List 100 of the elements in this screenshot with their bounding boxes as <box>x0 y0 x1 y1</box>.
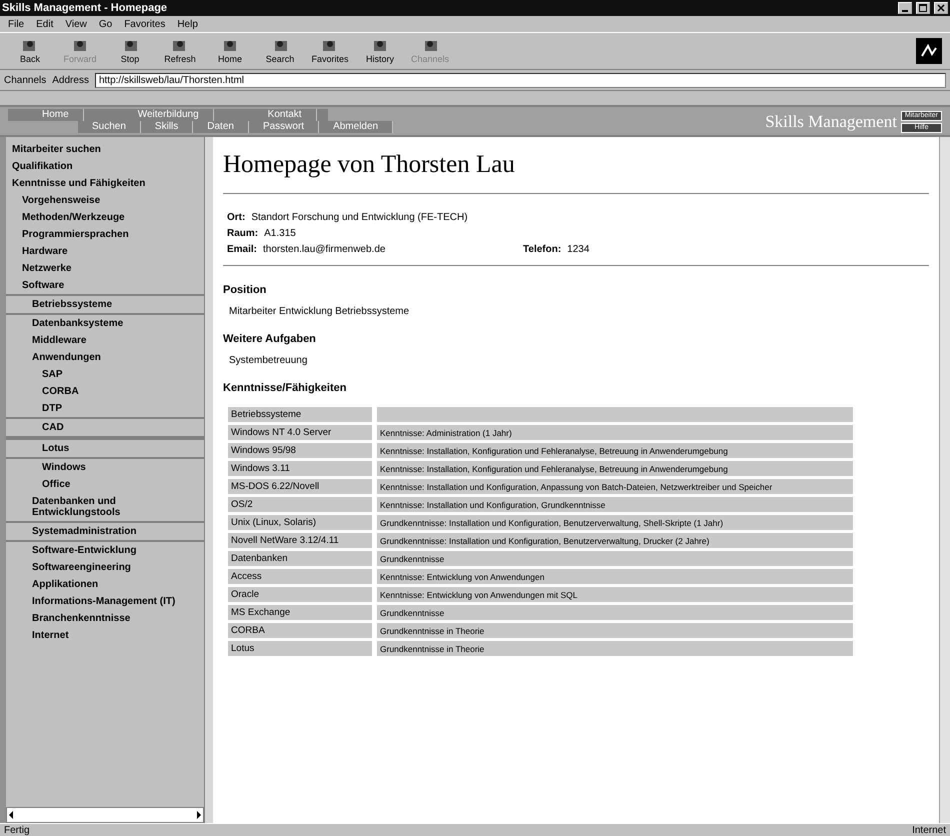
sidebar-link[interactable]: Lotus <box>6 438 204 459</box>
browser-logo-icon <box>916 38 942 64</box>
nav-link[interactable]: Skills <box>140 121 194 133</box>
sidebar-link[interactable]: Windows <box>6 459 204 476</box>
table-cell: Grundkenntnisse: Installation und Konfiguration, Benutzerverwaltung, Shell-Skripte (1 Jahr) <box>377 515 853 530</box>
sidebar-link[interactable]: SAP <box>6 366 204 383</box>
table-cell: Grundkenntnisse in Theorie <box>377 641 853 656</box>
table-cell: OS/2 <box>228 497 372 512</box>
table-cell: Grundkenntnisse in Theorie <box>377 623 853 638</box>
sidebar-link[interactable]: Middleware <box>6 332 204 349</box>
field-label: Raum: <box>227 228 258 239</box>
frame-scrollbar[interactable] <box>204 137 213 823</box>
sidebar-link[interactable]: DTP <box>6 400 204 417</box>
table-cell: Unix (Linux, Solaris) <box>228 515 372 530</box>
nav-link[interactable]: Daten <box>193 121 249 133</box>
vertical-scrollbar[interactable] <box>939 137 950 823</box>
section-heading: Weitere Aufgaben <box>223 333 317 345</box>
table-cell: Kenntnisse: Installation, Konfiguration und Fehleranalyse, Betreuung in Anwenderumgebung <box>377 461 853 476</box>
table-cell: Grundkenntnisse: Installation und Konfiguration, Benutzerverwaltung, Drucker (2 Jahre) <box>377 533 853 548</box>
field-value: A1.315 <box>264 228 297 239</box>
table-cell: Grundkenntnisse <box>377 551 853 566</box>
table-cell: MS-DOS 6.22/Novell <box>228 479 372 494</box>
menu-item[interactable]: Help <box>177 18 198 30</box>
scroll-right-icon[interactable] <box>195 811 203 819</box>
table-cell: CORBA <box>228 623 372 638</box>
toolbar-button[interactable]: Home <box>208 38 252 64</box>
sidebar-link[interactable]: Applikationen <box>6 576 204 593</box>
table-cell: MS Exchange <box>228 605 372 620</box>
table-cell: Access <box>228 569 372 584</box>
menu-item[interactable]: View <box>65 18 87 30</box>
nav-link[interactable]: Passwort <box>248 121 320 133</box>
sidebar-link[interactable]: Programmiersprachen <box>6 226 204 243</box>
close-icon <box>937 4 945 12</box>
sidebar-link[interactable]: Softwareengineering <box>6 559 204 576</box>
menu-item[interactable]: Favorites <box>124 18 166 30</box>
sidebar-link[interactable]: CAD <box>6 417 204 438</box>
sidebar-link[interactable]: Kenntnisse und Fähigkeiten <box>6 175 204 192</box>
table-cell: Windows 3.11 <box>228 461 372 476</box>
table-cell: Oracle <box>228 587 372 602</box>
address-field[interactable]: http://skillsweb/lau/Thorsten.html <box>94 72 946 88</box>
page-title: Homepage von Thorsten Lau <box>223 151 516 179</box>
sidebar-link[interactable]: Qualifikation <box>6 158 204 175</box>
section-text: Mitarbeiter Entwicklung Betriebssysteme <box>229 306 410 317</box>
toolbar-button[interactable]: Refresh <box>158 38 202 64</box>
table-cell: Kenntnisse: Installation und Konfiguration, Grundkenntnisse <box>377 497 853 512</box>
toolbar-button[interactable]: Favorites <box>308 38 352 64</box>
table-cell: Kenntnisse: Installation, Konfiguration und Fehleranalyse, Betreuung in Anwenderumgebung <box>377 443 853 458</box>
sidebar-link[interactable]: Hardware <box>6 243 204 260</box>
sidebar-link[interactable]: Branchenkenntnisse <box>6 610 204 627</box>
sidebar-link[interactable]: Informations-Management (IT) <box>6 593 204 610</box>
sidebar-link[interactable]: CORBA <box>6 383 204 400</box>
table-cell: Kenntnisse: Entwicklung von Anwendungen mit SQL <box>377 587 853 602</box>
menu-item[interactable]: Go <box>98 18 112 30</box>
sidebar-link[interactable]: Datenbanksysteme <box>6 315 204 332</box>
table-cell: Kenntnisse: Installation und Konfiguration, Anpassung von Batch-Dateien, Netzwerktreiber und Speicher <box>377 479 853 494</box>
sidebar-link[interactable]: Methoden/Werkzeuge <box>6 209 204 226</box>
sidebar-link[interactable]: Vorgehensweise <box>6 192 204 209</box>
scroll-left-icon[interactable] <box>7 811 15 819</box>
minimize-button[interactable] <box>898 2 912 14</box>
sidebar-link[interactable]: Mitarbeiter suchen <box>6 141 204 158</box>
sidebar-link[interactable]: Office <box>6 476 204 493</box>
section-heading: Position <box>223 284 268 296</box>
sidebar-link[interactable]: Internet <box>6 627 204 644</box>
table-cell: Kenntnisse: Entwicklung von Anwendungen <box>377 569 853 584</box>
sidebar-link[interactable]: Software <box>6 277 204 294</box>
sidebar-link[interactable]: Datenbanken und Entwicklungstools <box>6 493 204 521</box>
sidebar-link[interactable]: Systemadministration <box>6 521 204 542</box>
section-heading: Kenntnisse/Fähigkeiten <box>223 382 348 394</box>
nav-link[interactable]: Abmelden <box>319 121 394 133</box>
field-label: Email: <box>227 244 258 255</box>
status-text: Fertig <box>4 824 30 836</box>
table-cell: Betriebssysteme <box>228 407 372 422</box>
table-cell: Lotus <box>228 641 372 656</box>
toolbar-button[interactable]: History <box>358 38 402 64</box>
window-title: Skills Management - Homepage <box>2 2 168 14</box>
section-text: Systembetreuung <box>229 355 308 366</box>
close-button[interactable] <box>934 2 948 14</box>
site-logo: Skills Management <box>765 112 897 132</box>
table-cell: Novell NetWare 3.12/4.11 <box>228 533 372 548</box>
toolbar-button[interactable]: Back <box>8 38 52 64</box>
maximize-icon <box>919 4 927 12</box>
address-label: Address <box>52 74 89 86</box>
sidebar-link[interactable]: Betriebssysteme <box>6 294 204 315</box>
horizontal-scrollbar[interactable] <box>6 807 204 823</box>
table-cell: Kenntnisse: Administration (1 Jahr) <box>377 425 853 440</box>
toolbar-button[interactable]: Search <box>258 38 302 64</box>
links-label[interactable]: Channels <box>4 74 46 86</box>
sidebar-link[interactable]: Software-Entwicklung <box>6 542 204 559</box>
field-label: Ort: <box>227 212 246 223</box>
menu-item[interactable]: Edit <box>36 18 54 30</box>
menu-item[interactable]: File <box>8 18 24 30</box>
toolbar-glyph-icon <box>221 38 239 54</box>
sidebar-link[interactable]: Netzwerke <box>6 260 204 277</box>
field-value: Standort Forschung und Entwicklung (FE-TECH) <box>251 212 469 223</box>
toolbar-glyph-icon <box>371 38 389 54</box>
sidebar-link[interactable]: Anwendungen <box>6 349 204 366</box>
maximize-button[interactable] <box>916 2 930 14</box>
nav-link[interactable]: Suchen <box>78 121 141 133</box>
toolbar-button[interactable]: Stop <box>108 38 152 64</box>
table-cell: Datenbanken <box>228 551 372 566</box>
